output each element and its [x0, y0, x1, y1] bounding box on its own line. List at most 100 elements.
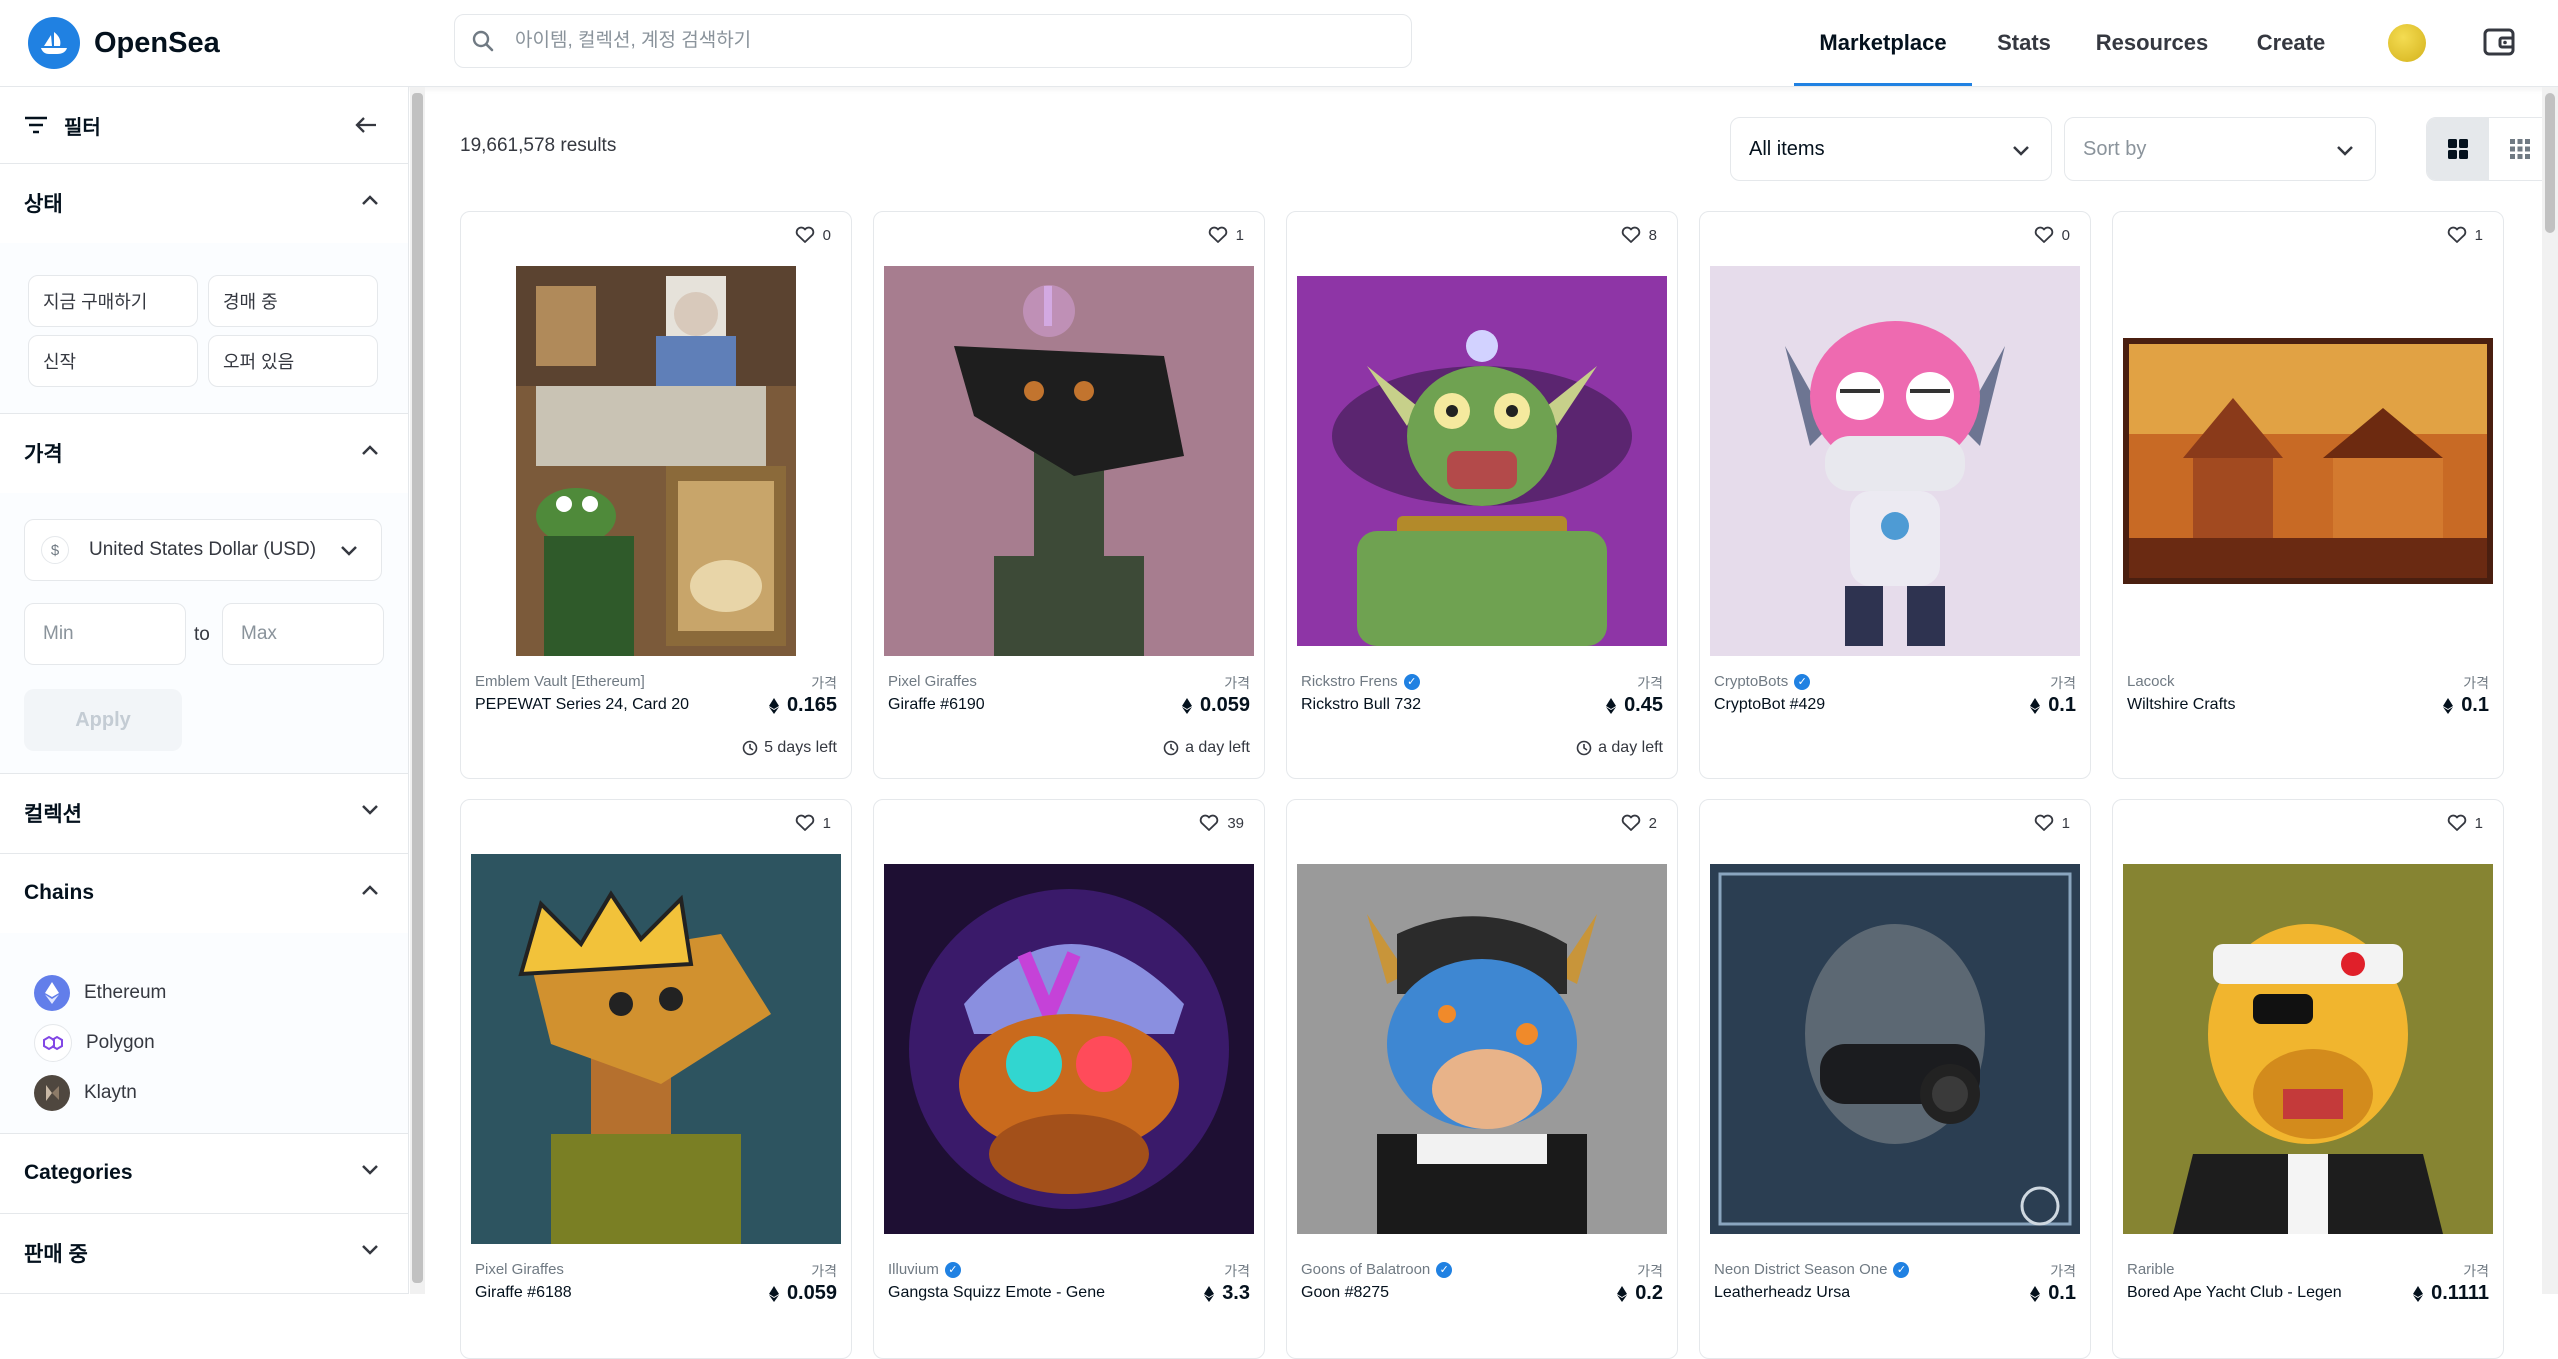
price-amount: 0.165 — [786, 694, 837, 716]
collapse-sidebar-arrow-icon[interactable] — [354, 115, 378, 135]
sidebar-scrollbar-thumb[interactable] — [412, 93, 423, 1283]
ethereum-icon — [34, 975, 70, 1011]
nav-stats[interactable]: Stats — [1984, 0, 2064, 86]
main-scrollbar-thumb[interactable] — [2545, 93, 2555, 233]
collection-name-text: Pixel Giraffes — [475, 1261, 564, 1278]
nft-image[interactable] — [2123, 266, 2493, 656]
status-has-offers-button[interactable]: 오퍼 있음 — [208, 335, 378, 387]
nft-image[interactable] — [471, 266, 841, 656]
nft-card[interactable]: 0 CryptoBots ✓ CryptoBot #429 가격 0.1 — [1699, 211, 2091, 779]
collection-name[interactable]: Pixel Giraffes — [475, 1261, 564, 1278]
favorite-button[interactable]: 0 — [2034, 226, 2070, 244]
nft-card[interactable]: 1 Lacock Wiltshire Crafts 가격 0.1 — [2112, 211, 2504, 779]
status-section-header[interactable]: 상태 — [0, 163, 408, 244]
chevron-up-icon — [362, 195, 378, 205]
price-label: 가격 — [1224, 675, 1250, 691]
favorite-button[interactable]: 1 — [1208, 226, 1244, 244]
heart-icon — [1621, 226, 1640, 243]
favorite-count: 1 — [822, 814, 831, 832]
collection-name[interactable]: Illuvium ✓ — [888, 1261, 961, 1278]
large-grid-view-button[interactable] — [2427, 118, 2489, 180]
time-left-text: a day left — [1185, 739, 1250, 756]
chain-item-ethereum[interactable]: Ethereum — [34, 973, 166, 1013]
search-input[interactable] — [513, 29, 1377, 53]
heart-icon — [795, 814, 814, 831]
opensea-logo[interactable]: OpenSea — [28, 16, 220, 70]
nav-create[interactable]: Create — [2240, 0, 2342, 86]
collection-name[interactable]: CryptoBots ✓ — [1714, 673, 1811, 690]
nft-card[interactable]: 2 Goons of Balatroon ✓ Goon #8275 가격 0.2 — [1286, 799, 1678, 1359]
status-on-auction-button[interactable]: 경매 중 — [208, 275, 378, 327]
collection-name[interactable]: Goons of Balatroon ✓ — [1301, 1261, 1453, 1278]
categories-section-header[interactable]: Categories — [0, 1133, 408, 1214]
on-sale-section-header[interactable]: 판매 중 — [0, 1213, 408, 1294]
collection-name[interactable]: Rarible — [2127, 1261, 2175, 1278]
favorite-count: 2 — [1648, 814, 1657, 832]
heart-icon — [795, 226, 814, 243]
favorite-button[interactable]: 1 — [2447, 226, 2483, 244]
search-bar[interactable] — [454, 14, 1412, 68]
chains-section-body: Ethereum Polygon Klaytn — [0, 933, 408, 1134]
clock-icon — [1576, 740, 1592, 756]
wallet-icon[interactable] — [2482, 25, 2516, 59]
profile-avatar[interactable] — [2388, 24, 2426, 62]
favorite-button[interactable]: 1 — [2447, 814, 2483, 832]
nft-card[interactable]: 1 Rarible Bored Ape Yacht Club - Legen 가… — [2112, 799, 2504, 1359]
favorite-button[interactable]: 1 — [795, 814, 831, 832]
apply-price-button[interactable]: Apply — [24, 689, 182, 751]
verified-badge-icon: ✓ — [1893, 1261, 1910, 1278]
nft-card[interactable]: 1 Neon District Season One ✓ Leatherheadz… — [1699, 799, 2091, 1359]
nav-resources[interactable]: Resources — [2090, 0, 2214, 86]
favorite-button[interactable]: 2 — [1621, 814, 1657, 832]
main-scrollbar[interactable] — [2542, 87, 2558, 1294]
nft-card[interactable]: 1 Pixel Giraffes Giraffe #6188 가격 0.059 — [460, 799, 852, 1359]
nft-card[interactable]: 1 Pixel Giraffes Giraffe #6190 가격 0.059 … — [873, 211, 1265, 779]
favorite-button[interactable]: 8 — [1621, 226, 1657, 244]
collection-name[interactable]: Neon District Season One ✓ — [1714, 1261, 1910, 1278]
favorite-button[interactable]: 0 — [795, 226, 831, 244]
nft-image[interactable] — [2123, 854, 2493, 1244]
chains-section-header[interactable]: Chains — [0, 853, 408, 934]
nft-image[interactable] — [884, 266, 1254, 656]
chevron-down-icon — [362, 1245, 378, 1255]
favorite-button[interactable]: 1 — [2034, 814, 2070, 832]
nft-card[interactable]: 8 Rickstro Frens ✓ Rickstro Bull 732 가격 0… — [1286, 211, 1678, 779]
sidebar-scrollbar[interactable] — [410, 87, 425, 1294]
favorite-count: 8 — [1648, 226, 1657, 244]
price-min-input[interactable] — [24, 603, 186, 665]
price-value: 0.165 — [768, 694, 837, 717]
sort-dropdown[interactable]: Sort by — [2064, 117, 2376, 181]
polygon-icon — [34, 1024, 72, 1062]
favorite-count: 39 — [1227, 814, 1244, 832]
collection-name[interactable]: Emblem Vault [Ethereum] — [475, 673, 645, 690]
nft-image[interactable] — [1297, 266, 1667, 656]
currency-select[interactable]: $ United States Dollar (USD) — [24, 519, 382, 581]
chain-item-polygon[interactable]: Polygon — [34, 1023, 155, 1063]
price-section-header[interactable]: 가격 — [0, 413, 408, 494]
price-label: 가격 — [2050, 675, 2076, 691]
nft-image[interactable] — [1710, 266, 2080, 656]
nft-image[interactable] — [1710, 854, 2080, 1244]
nft-image[interactable] — [471, 854, 841, 1244]
nft-image[interactable] — [1297, 854, 1667, 1244]
nft-card[interactable]: 39 Illuvium ✓ Gangsta Squizz Emote - Gene… — [873, 799, 1265, 1359]
nft-image[interactable] — [884, 854, 1254, 1244]
nft-card[interactable]: 0 Emblem Vault [Ethereum] PEPEWAT Series… — [460, 211, 852, 779]
nft-name: PEPEWAT Series 24, Card 20 — [475, 696, 690, 713]
search-icon — [472, 30, 494, 52]
collection-name[interactable]: Pixel Giraffes — [888, 673, 977, 690]
status-new-button[interactable]: 신작 — [28, 335, 198, 387]
collections-section-header[interactable]: 컬렉션 — [0, 773, 408, 854]
nft-name: Wiltshire Crafts — [2127, 696, 2236, 713]
time-left: 5 days left — [742, 739, 837, 757]
status-buy-now-button[interactable]: 지금 구매하기 — [28, 275, 198, 327]
nav-marketplace[interactable]: Marketplace — [1794, 0, 1972, 86]
chain-item-klaytn[interactable]: Klaytn — [34, 1073, 137, 1113]
collection-name[interactable]: Rickstro Frens ✓ — [1301, 673, 1420, 690]
verified-badge-icon: ✓ — [1436, 1261, 1453, 1278]
price-value: 0.1 — [2443, 694, 2489, 717]
items-filter-dropdown[interactable]: All items — [1730, 117, 2052, 181]
price-max-input[interactable] — [222, 603, 384, 665]
favorite-button[interactable]: 39 — [1199, 814, 1244, 832]
collection-name[interactable]: Lacock — [2127, 673, 2175, 690]
